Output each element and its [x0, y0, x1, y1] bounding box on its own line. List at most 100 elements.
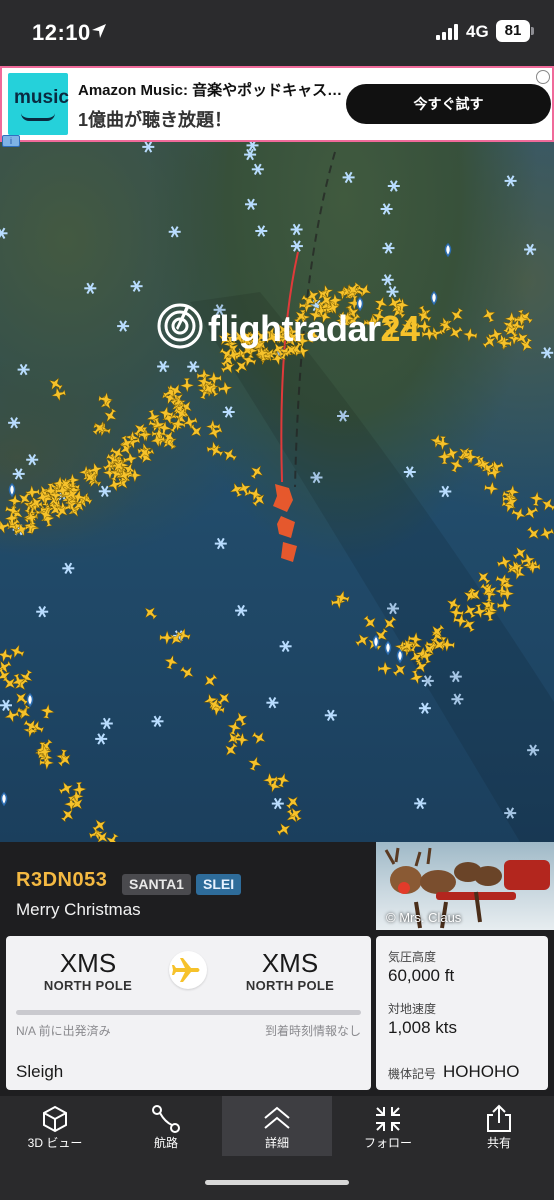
- aircraft-icon: [462, 327, 478, 343]
- brand-main-text: flightradar: [208, 308, 381, 349]
- snowflake-icon: [157, 360, 170, 373]
- aircraft-icon: [48, 377, 64, 391]
- snowflake-icon: [117, 320, 130, 332]
- nav-follow[interactable]: フォロー: [333, 1096, 443, 1156]
- aircraft-icon: [481, 307, 496, 323]
- home-indicator: [205, 1180, 349, 1185]
- snowflake-icon: [26, 454, 39, 466]
- battery-icon: 81: [496, 20, 530, 42]
- aircraft-icon: [484, 480, 500, 496]
- speed-label: 対地速度: [388, 1002, 437, 1016]
- aircraft-card[interactable]: Sleigh: [6, 1054, 371, 1090]
- aircraft-photo[interactable]: © Mrs. Claus: [376, 842, 554, 930]
- aircraft-icon: [163, 654, 179, 670]
- snowflake-icon: [142, 142, 155, 153]
- nav-route[interactable]: 航路: [111, 1096, 221, 1156]
- map-overlay: [0, 142, 554, 842]
- aircraft-icon: [497, 597, 513, 614]
- nav-label: 航路: [153, 1136, 178, 1150]
- snowflake-icon: [255, 225, 268, 237]
- ad-cta-button[interactable]: 今すぐ試す: [346, 84, 551, 124]
- snowflake-icon: [387, 180, 400, 192]
- snowflake-icon: [17, 363, 30, 376]
- snowflake-icon: [235, 604, 248, 617]
- flight-progress-bar: [16, 1010, 361, 1015]
- snowflake-icon: [271, 797, 284, 810]
- snowflake-icon: [244, 148, 257, 161]
- arrival-note: 到着時刻情報なし: [264, 1024, 361, 1038]
- snowflake-icon: [151, 715, 164, 727]
- origin-name: NORTH POLE: [43, 978, 133, 993]
- nav-details[interactable]: 詳細: [222, 1096, 332, 1156]
- snowflake-icon: [342, 171, 355, 184]
- aircraft-icon: [523, 505, 539, 520]
- airport-pin-icon: [26, 692, 34, 708]
- aircraft-icon: [539, 526, 554, 541]
- aircraft-icon: [526, 526, 540, 540]
- registration-card[interactable]: 機体記号 HOHOHO: [376, 1054, 548, 1090]
- snowflake-icon: [381, 274, 394, 286]
- snowflake-icon: [541, 347, 554, 359]
- aircraft-icon: [91, 422, 105, 436]
- flight-info-panel: R3DN053 SANTA1 SLEI Merry Christmas © Mr…: [0, 842, 554, 1098]
- flight-map[interactable]: flightradar24: [0, 142, 554, 842]
- status-time: 12:10: [32, 20, 91, 45]
- ad-info-badge[interactable]: i: [2, 135, 20, 147]
- route-icon: [152, 1105, 180, 1133]
- route-airplane-icon: [169, 951, 207, 989]
- snowflake-icon: [0, 227, 8, 239]
- snowflake-icon: [439, 485, 452, 498]
- aircraft-type-badge: SLEI: [196, 874, 242, 895]
- snowflake-icon: [245, 198, 257, 210]
- aircraft-icon: [377, 660, 393, 677]
- ad-subtitle: 1億曲が聴き放題！: [78, 110, 233, 130]
- ad-logo-text: music: [14, 87, 69, 108]
- aircraft-icon: [217, 380, 234, 396]
- snowflake-icon: [222, 406, 235, 418]
- aircraft-icon: [98, 391, 114, 407]
- snowflake-icon: [130, 280, 143, 292]
- snowflake-icon: [290, 223, 303, 236]
- nav-label: 3D ビュー: [27, 1136, 83, 1150]
- nav-3d-view[interactable]: 3D ビュー: [0, 1096, 110, 1156]
- cube-icon: [43, 1105, 67, 1133]
- snowflake-icon: [98, 485, 111, 497]
- app-root: 12:10 4G 81 music Amazon Music: 音楽やポッドキャ…: [0, 0, 554, 1200]
- snowflake-icon: [62, 562, 75, 574]
- network-type: 4G: [466, 22, 489, 41]
- aircraft-icon: [179, 378, 195, 394]
- callsign-badge: SANTA1: [122, 874, 191, 895]
- brand-wordmark: flightradar24: [208, 308, 420, 350]
- aircraft-icon: [4, 708, 20, 724]
- aircraft-icon: [247, 755, 262, 772]
- snowflake-icon: [8, 417, 21, 429]
- altitude-value: 60,000 ft: [388, 966, 455, 985]
- altitude-speed-card[interactable]: 気圧高度 60,000 ft 対地速度 1,008 kts: [376, 936, 548, 1066]
- snowflake-icon: [100, 717, 113, 730]
- snowflake-icon: [414, 797, 427, 810]
- aircraft-icon: [39, 703, 55, 719]
- altitude-label: 気圧高度: [388, 950, 437, 964]
- origin-code: XMS: [59, 948, 117, 978]
- aircraft-icon: [234, 731, 250, 748]
- aircraft-icon: [222, 448, 238, 462]
- aircraft-icon: [436, 449, 453, 465]
- adchoices-icon[interactable]: [536, 70, 550, 84]
- airport-pin-icon: [444, 242, 452, 258]
- snowflake-icon: [386, 286, 399, 298]
- snowflake-icon: [403, 466, 416, 478]
- nav-share[interactable]: 共有: [444, 1096, 554, 1156]
- flight-header[interactable]: R3DN053 SANTA1 SLEI Merry Christmas © Mr…: [0, 842, 554, 932]
- snowflake-icon: [36, 606, 49, 618]
- location-arrow-icon: [92, 24, 106, 38]
- aircraft-icon: [60, 809, 74, 823]
- aircraft-icon: [159, 630, 175, 646]
- snowflake-icon: [324, 709, 337, 721]
- snowflake-icon: [504, 175, 517, 187]
- aircraft-icon: [528, 490, 545, 507]
- ad-banner[interactable]: music Amazon Music: 音楽やポッドキャス… 1億曲が聴き放題！…: [0, 66, 554, 142]
- speed-value: 1,008 kts: [388, 1018, 457, 1037]
- aircraft-icon: [224, 742, 238, 756]
- aircraft-icon: [144, 607, 158, 621]
- route-card[interactable]: XMS NORTH POLE XMS NORTH POLE N/A 前に出発済み…: [6, 936, 371, 1066]
